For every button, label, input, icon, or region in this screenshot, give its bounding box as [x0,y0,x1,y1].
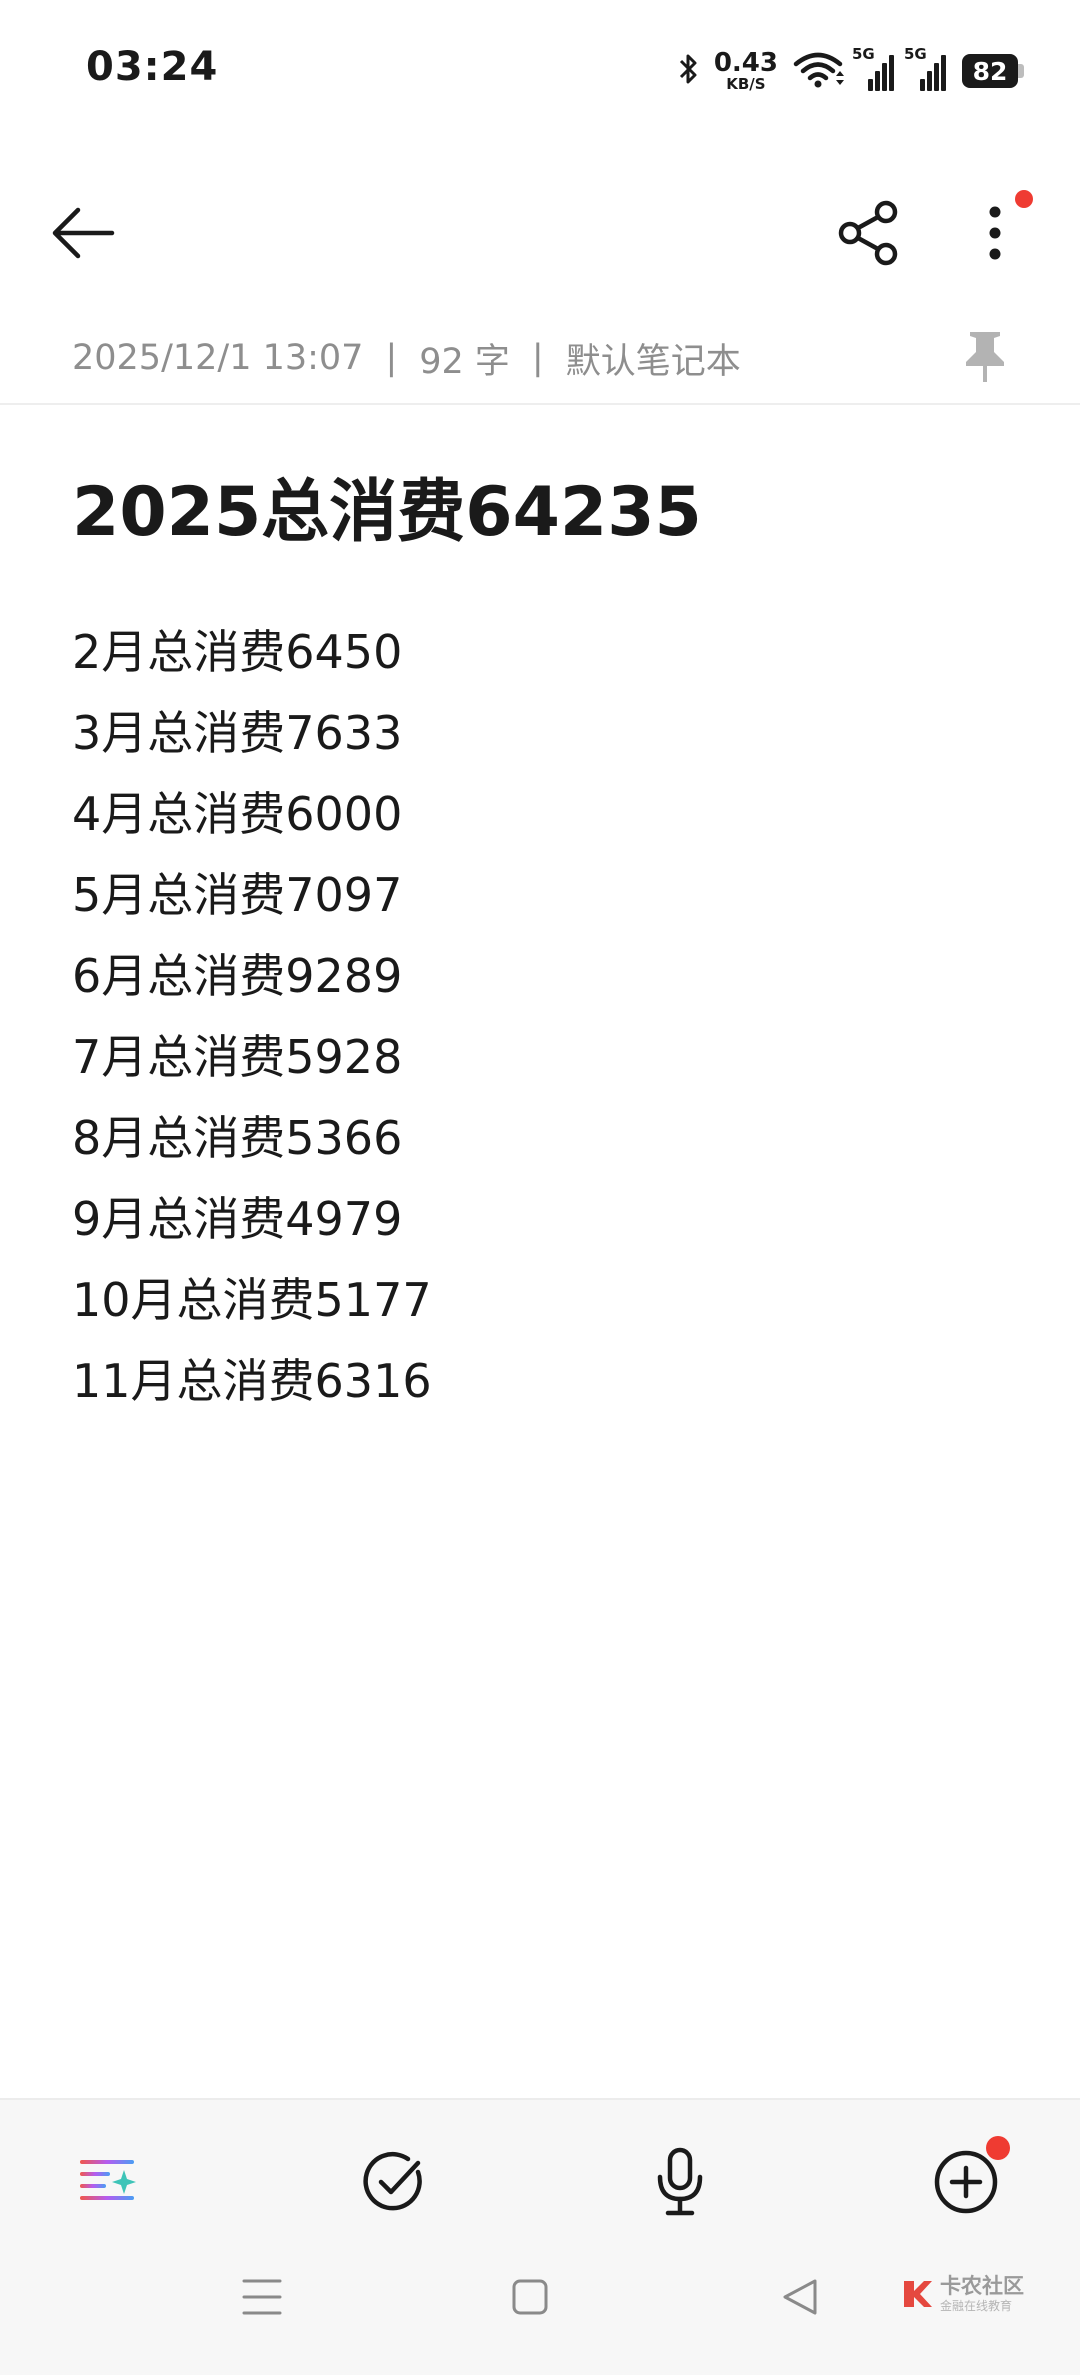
pin-button[interactable] [960,328,1010,384]
note-line: 8月总消费5366 [72,1111,403,1165]
add-circle-icon [934,2150,998,2214]
watermark-logo-icon [904,2281,932,2307]
signal-icon-sim2: 5G [904,45,948,91]
back-button[interactable] [40,190,126,276]
net-speed-unit: KB/S [726,75,766,93]
note-toolbar [0,170,1080,290]
note-line: 3月总消费7633 [72,706,403,760]
note-line: 6月总消费9289 [72,949,403,1003]
pin-icon [966,332,1004,382]
note-line: 10月总消费5177 [72,1273,432,1327]
ai-format-button[interactable] [58,2132,158,2232]
status-time: 03:24 [86,44,219,90]
more-button[interactable] [952,190,1038,276]
home-icon [512,2279,548,2315]
net-speed-value: 0.43 [713,48,778,78]
notebook-name[interactable]: 默认笔记本 [566,333,741,384]
back-nav-button[interactable] [770,2262,830,2332]
wifi-icon [792,50,844,92]
home-nav-button[interactable] [500,2262,560,2332]
share-button[interactable] [826,190,912,276]
meta-separator: | [385,338,398,378]
note-line: 7月总消费5928 [72,1030,403,1084]
status-icons: 0.43 KB/S 5G 5G 82 [678,45,1024,96]
watermark-main: 卡农社区 [940,2274,1024,2298]
recents-nav-button[interactable] [232,2262,292,2332]
note-title[interactable]: 2025总消费64235 [72,456,702,555]
more-vertical-icon [989,206,1001,260]
checklist-icon [363,2151,422,2211]
notification-dot [986,2136,1010,2160]
recents-icon [242,2279,282,2315]
voice-input-button[interactable] [630,2132,730,2232]
battery-icon: 82 [962,54,1024,88]
checklist-button[interactable] [344,2132,444,2232]
meta-divider [0,403,1080,405]
microphone-icon [657,2147,703,2216]
note-line: 11月总消费6316 [72,1354,432,1408]
add-button[interactable] [916,2132,1016,2232]
bluetooth-icon [678,51,700,91]
bottom-toolbar [0,2098,1080,2375]
note-line: 9月总消费4979 [72,1192,403,1246]
net-speed: 0.43 KB/S [714,50,778,92]
note-line: 5月总消费7097 [72,868,403,922]
sim2-label: 5G [904,45,927,63]
watermark: 卡农社区 金融在线教育 [900,2276,1024,2312]
note-datetime: 2025/12/1 13:07 [72,338,364,378]
note-line: 4月总消费6000 [72,787,403,841]
note-line: 2月总消费6450 [72,625,403,679]
meta-separator: | [531,338,544,378]
note-char-count: 92 字 [419,341,510,382]
note-body[interactable]: 2月总消费6450 3月总消费7633 4月总消费6000 5月总消费7097 … [72,612,432,1422]
back-arrow-icon [52,207,115,259]
back-triangle-icon [783,2279,817,2315]
watermark-sub: 金融在线教育 [940,2299,1013,2313]
share-icon [838,200,898,266]
status-bar: 03:24 0.43 KB/S 5G 5G 82 [0,0,1080,140]
battery-level: 82 [962,54,1018,88]
ai-format-icon [80,2160,136,2200]
sim1-label: 5G [852,45,875,63]
note-meta: 2025/12/1 13:07 | 92 字 | 默认笔记本 [72,330,1022,386]
notification-dot [1015,190,1033,208]
signal-icon-sim1: 5G [852,45,896,91]
battery-cap [1018,64,1024,78]
